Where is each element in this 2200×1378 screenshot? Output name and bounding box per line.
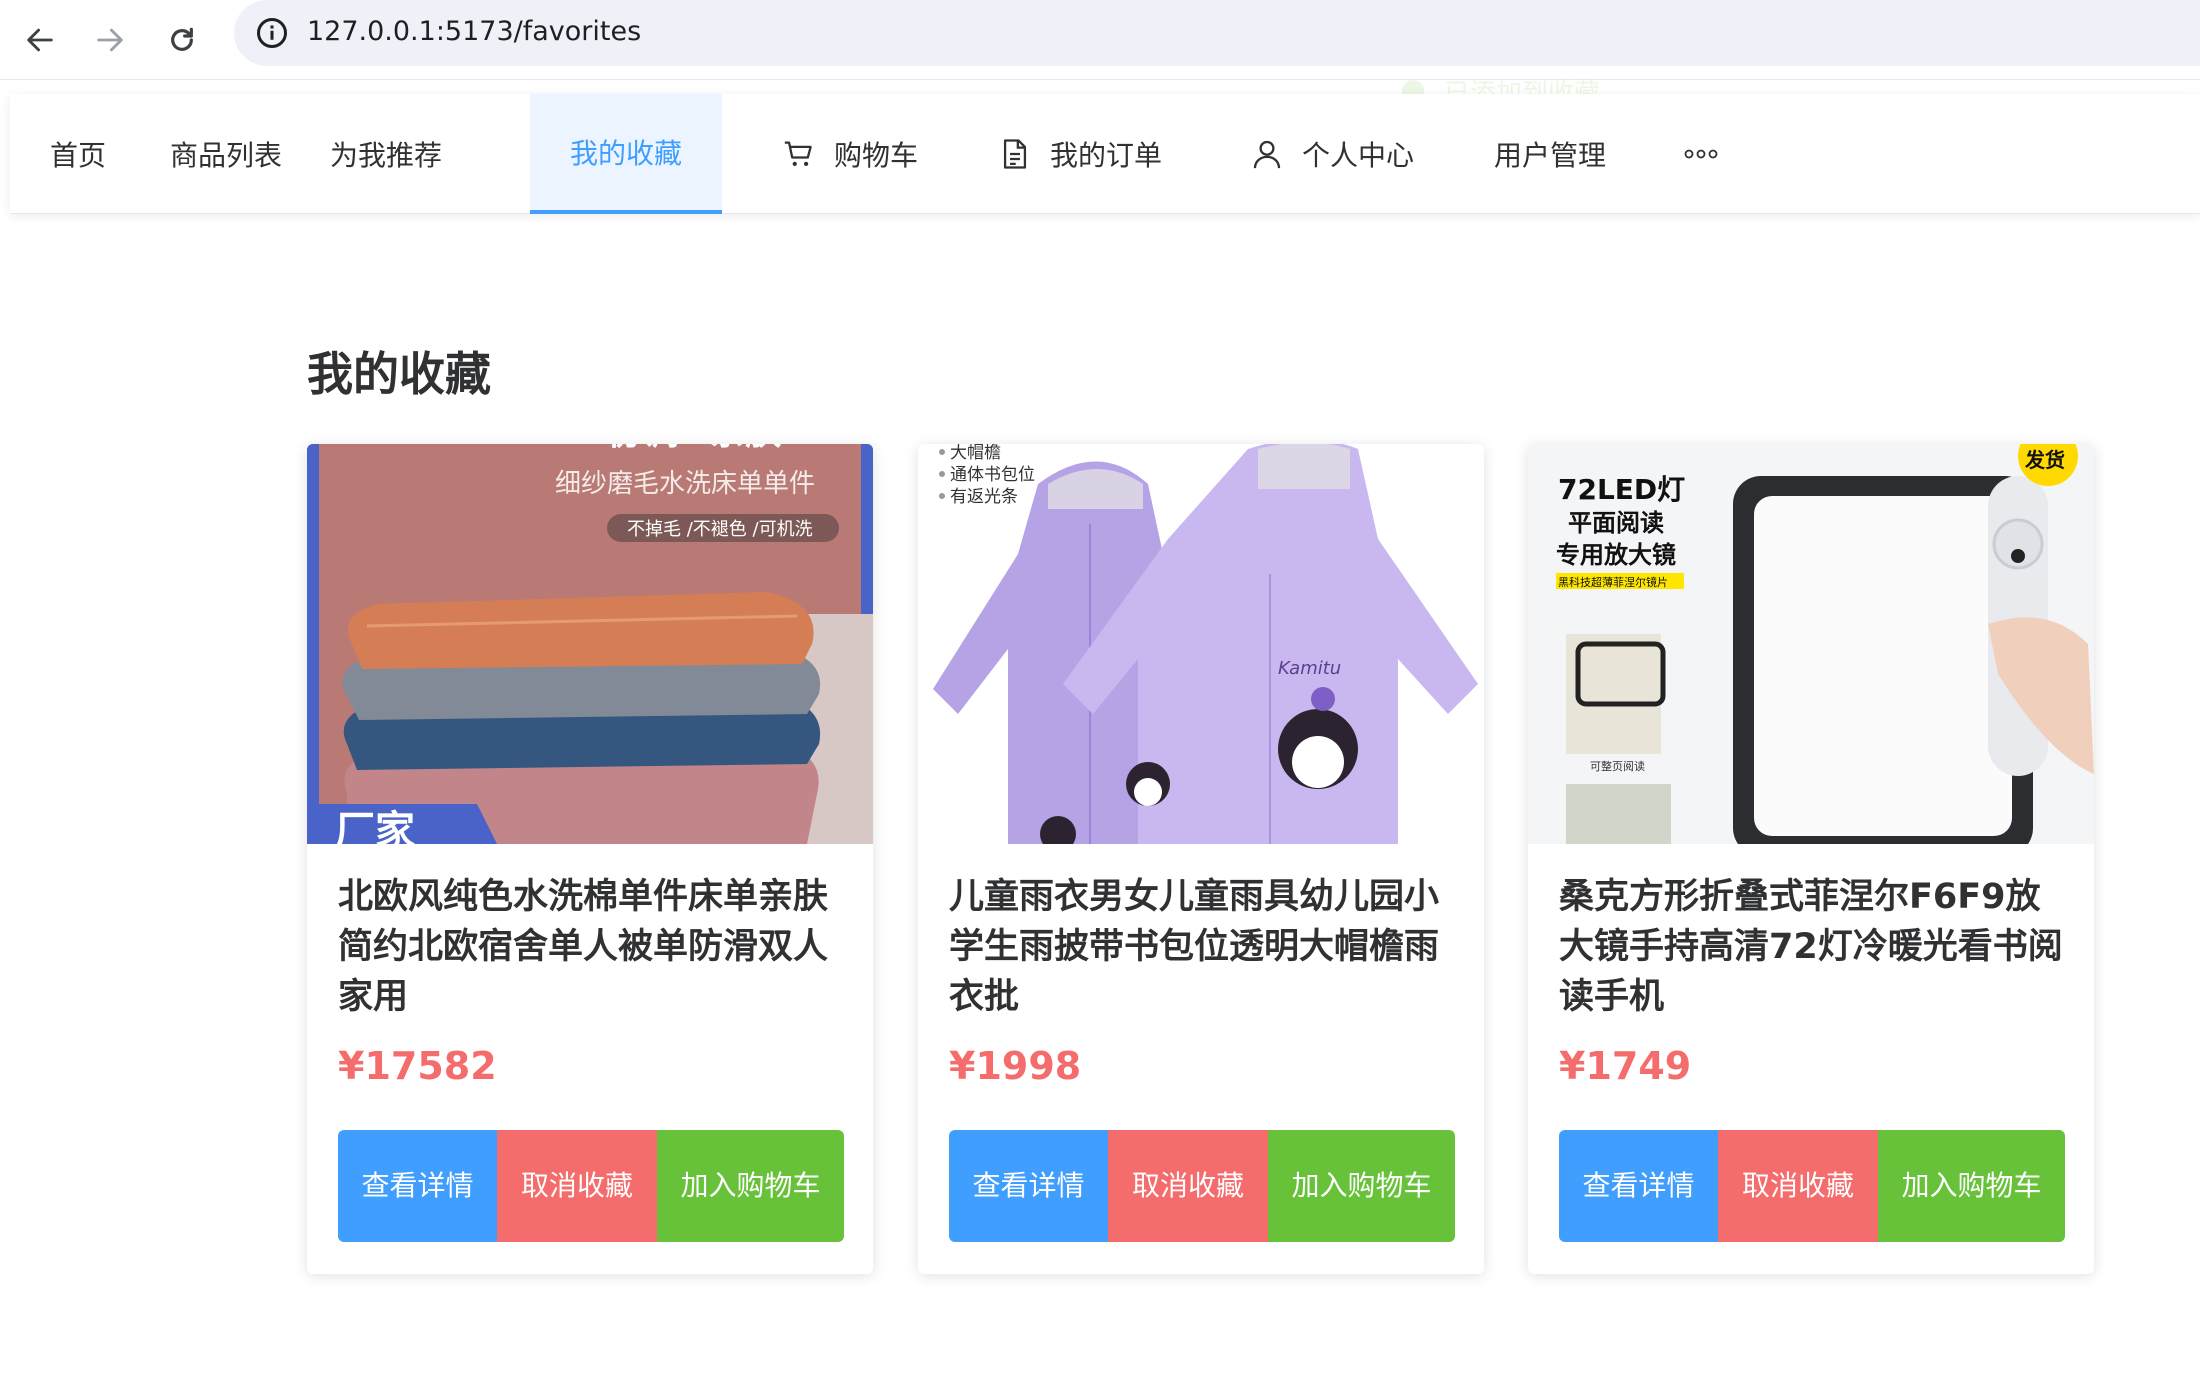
menu-item-products[interactable]: 商品列表 <box>146 94 306 214</box>
menu-item-label: 用户管理 <box>1493 139 1606 172</box>
menu-item-label: 个人中心 <box>1301 139 1414 172</box>
arrow-right-icon[interactable] <box>80 10 140 70</box>
menu-item-recommend[interactable]: 为我推荐 <box>306 94 466 214</box>
document-icon <box>1003 139 1027 169</box>
menu-item-home[interactable]: 首页 <box>10 94 146 214</box>
menu-item-cart[interactable]: 购物车 <box>750 94 950 214</box>
image-text: 专用放大镜 <box>1556 541 1676 569</box>
menu-item-orders[interactable]: 我的订单 <box>980 94 1180 214</box>
view-detail-button[interactable]: 查看详情 <box>1559 1130 1718 1242</box>
reload-icon[interactable] <box>152 10 212 70</box>
product-price: ¥1998 <box>949 1044 1082 1088</box>
product-title: 北欧风纯色水洗棉单件床单亲肤简约北欧宿舍单人被单防滑双人家用 <box>338 877 829 1017</box>
user-icon <box>1253 140 1281 169</box>
cart-icon <box>784 141 812 167</box>
cancel-favorite-button[interactable]: 取消收藏 <box>1718 1130 1878 1242</box>
view-detail-button[interactable]: 查看详情 <box>949 1130 1108 1242</box>
image-text: 细纱磨毛水洗床单单件 <box>555 469 815 499</box>
add-to-cart-button[interactable]: 加入购物车 <box>1268 1130 1455 1242</box>
more-icon[interactable] <box>1670 94 1750 214</box>
image-text: 协调+亲肤 <box>607 444 781 453</box>
product-card: Kamitu 大帽檐 通体书包位 有返光条 儿童雨衣男女儿童雨具幼儿园小学生雨披… <box>918 444 1484 1274</box>
image-text: 可整页阅读 <box>1590 759 1645 773</box>
product-card: 协调+亲肤 细纱磨毛水洗床单单件 不掉毛 /不褪色 /可机洗 厂家 北欧风纯色水… <box>307 444 873 1274</box>
view-detail-button[interactable]: 查看详情 <box>338 1130 497 1242</box>
menu-item-user-admin[interactable]: 用户管理 <box>1470 94 1630 214</box>
product-card: 发货 72LED灯 平面阅读 专用放大镜 黑科技超薄菲涅尔镜片 可整页阅读 桑克… <box>1528 444 2094 1274</box>
product-image-magnifier[interactable]: 发货 72LED灯 平面阅读 专用放大镜 黑科技超薄菲涅尔镜片 可整页阅读 <box>1528 444 2094 844</box>
cancel-favorite-button[interactable]: 取消收藏 <box>1108 1130 1268 1242</box>
url-text[interactable]: 127.0.0.1:5173/favorites <box>307 12 641 52</box>
cancel-favorite-button[interactable]: 取消收藏 <box>497 1130 657 1242</box>
image-text: 发货 <box>2024 448 2065 472</box>
menu-item-profile[interactable]: 个人中心 <box>1232 94 1432 214</box>
image-text: 大帽檐 <box>950 444 1001 463</box>
info-icon[interactable] <box>254 15 290 55</box>
menu-item-label: 购物车 <box>833 139 918 172</box>
add-to-cart-button[interactable]: 加入购物车 <box>1878 1130 2065 1242</box>
product-price: ¥17582 <box>338 1044 497 1088</box>
menu-item-label: 商品列表 <box>169 139 282 172</box>
product-image-raincoat[interactable]: Kamitu 大帽檐 通体书包位 有返光条 <box>918 444 1484 844</box>
browser-toolbar: 127.0.0.1:5173/favorites <box>0 0 2200 80</box>
image-text: 厂家 <box>335 808 415 844</box>
image-text: 通体书包位 <box>950 465 1035 485</box>
menu-item-favorites[interactable]: 我的收藏 <box>530 94 722 214</box>
product-price: ¥1749 <box>1559 1044 1692 1088</box>
page-title: 我的收藏 <box>307 347 491 401</box>
product-title: 桑克方形折叠式菲涅尔F6F9放大镜手持高清72灯冷暖光看书阅读手机 <box>1559 877 2063 1017</box>
image-text: 平面阅读 <box>1568 509 1664 537</box>
image-text: Kamitu <box>1278 658 1341 679</box>
menu-item-label: 首页 <box>49 139 106 172</box>
image-text: 72LED灯 <box>1558 473 1685 506</box>
product-image-bedsheet[interactable]: 协调+亲肤 细纱磨毛水洗床单单件 不掉毛 /不褪色 /可机洗 厂家 <box>307 444 873 844</box>
menu-item-label: 我的订单 <box>1049 139 1162 172</box>
menu-item-label: 我的收藏 <box>569 137 682 170</box>
image-text: 黑科技超薄菲涅尔镜片 <box>1558 575 1668 589</box>
arrow-left-icon[interactable] <box>10 10 70 70</box>
menu-item-label: 为我推荐 <box>329 139 442 172</box>
image-text: 不掉毛 /不褪色 /可机洗 <box>627 519 813 540</box>
image-text: 有返光条 <box>950 487 1018 507</box>
top-menu: 首页 商品列表 为我推荐 我的收藏 购物车 我的订单 个人中心 用户管理 <box>10 94 2200 214</box>
add-to-cart-button[interactable]: 加入购物车 <box>657 1130 844 1242</box>
product-title: 儿童雨衣男女儿童雨具幼儿园小学生雨披带书包位透明大帽檐雨衣批 <box>949 877 1440 1017</box>
